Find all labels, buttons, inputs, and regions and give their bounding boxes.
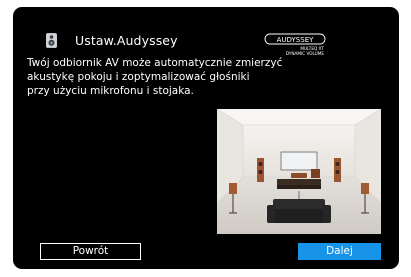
svg-text:AUDYSSEY: AUDYSSEY [277,36,315,44]
description-line: Twój odbiornik AV może automatycznie zmi… [27,57,283,69]
setup-screen: Ustaw.Audyssey AUDYSSEY MULTEQ XT DYNAMI… [13,7,399,269]
back-button[interactable]: Powrót [40,243,141,260]
speaker-icon [46,33,57,48]
next-button[interactable]: Dalej [298,243,381,260]
page-title: Ustaw.Audyssey [75,33,178,48]
description-text: Twój odbiornik AV może automatycznie zmi… [27,56,327,98]
description-line: przy użyciu mikrofonu i stojaka. [27,85,194,97]
room-speaker-setup-illustration [217,109,381,234]
description-line: akustykę pokoju i zoptymalizować głośnik… [27,71,250,83]
